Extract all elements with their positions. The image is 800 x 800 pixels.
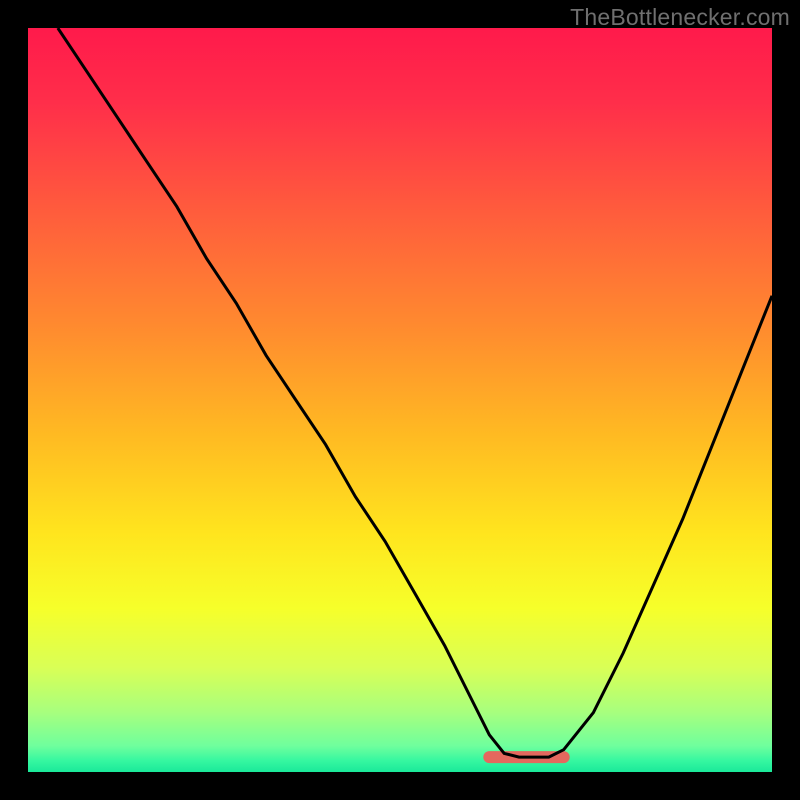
plot-area xyxy=(28,28,772,772)
chart-frame: TheBottlenecker.com xyxy=(0,0,800,800)
watermark-text: TheBottlenecker.com xyxy=(570,4,790,31)
gradient-background xyxy=(28,28,772,772)
chart-svg xyxy=(28,28,772,772)
